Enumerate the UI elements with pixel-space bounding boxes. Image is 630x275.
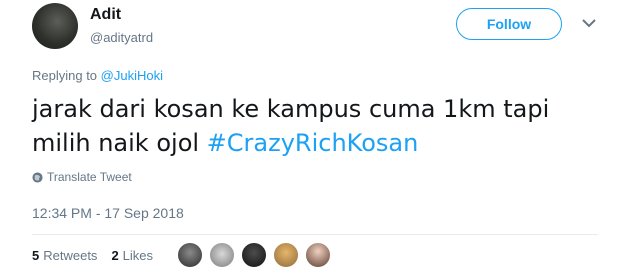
retweets-stat[interactable]: 5 Retweets xyxy=(32,248,97,263)
likes-count: 2 xyxy=(111,248,119,263)
divider xyxy=(32,234,598,235)
hashtag-link[interactable]: #CrazyRichKosan xyxy=(207,129,419,157)
translate-tweet-label: Translate Tweet xyxy=(47,170,132,184)
user-handle[interactable]: @adityatrd xyxy=(90,30,153,45)
replying-to: Replying to @JukiHoki xyxy=(32,68,163,83)
reply-mention-link[interactable]: @JukiHoki xyxy=(101,68,163,83)
globe-icon xyxy=(32,171,43,183)
likes-stat[interactable]: 2 Likes xyxy=(111,248,153,263)
liker-avatars xyxy=(176,241,336,269)
replying-to-label: Replying to xyxy=(32,68,101,83)
display-name[interactable]: Adit xyxy=(90,6,121,24)
chevron-down-icon[interactable] xyxy=(582,18,596,28)
liker-avatar[interactable] xyxy=(240,241,268,269)
avatar[interactable] xyxy=(32,3,78,49)
tweet-stats: 5 Retweets 2 Likes xyxy=(32,248,167,263)
likes-label: Likes xyxy=(122,248,154,263)
liker-avatar[interactable] xyxy=(272,241,300,269)
liker-avatar[interactable] xyxy=(304,241,332,269)
liker-avatar[interactable] xyxy=(208,241,236,269)
retweets-label: Retweets xyxy=(43,248,98,263)
timestamp[interactable]: 12:34 PM - 17 Sep 2018 xyxy=(32,205,184,221)
tweet-text: jarak dari kosan ke kampus cuma 1km tapi… xyxy=(32,92,592,160)
follow-button[interactable]: Follow xyxy=(456,8,562,40)
retweets-count: 5 xyxy=(32,248,40,263)
translate-tweet-button[interactable]: Translate Tweet xyxy=(32,170,132,184)
tweet-card: Adit @adityatrd Follow Replying to @Juki… xyxy=(0,0,630,275)
liker-avatar[interactable] xyxy=(176,241,204,269)
